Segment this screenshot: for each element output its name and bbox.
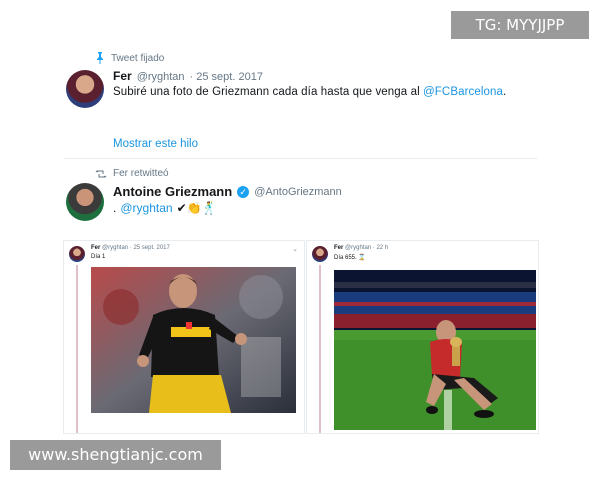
thread-line (319, 265, 321, 433)
verified-badge-icon: ✓ (237, 185, 250, 198)
tweet-text: Subiré una foto de Griezmann cada día ha… (113, 86, 506, 98)
tg-watermark: TG: MYYJJPP (451, 11, 589, 39)
retweet-context: Fer retwitteó (95, 168, 169, 179)
tweet-text: . @ryghtan ✔👏🕺 (113, 201, 217, 215)
avatar (69, 246, 85, 262)
site-watermark: www.shengtianjc.com (10, 440, 221, 470)
show-thread-link[interactable]: Mostrar este hilo (113, 138, 198, 150)
avatar[interactable] (66, 183, 104, 221)
quoted-tweet-text: Día 1 (91, 254, 106, 260)
griezmann-photo[interactable] (91, 267, 296, 413)
tweet-author-name[interactable]: Antoine Griezmann (113, 184, 232, 199)
quoted-date: · 25 sept. 2017 (129, 245, 170, 251)
tweet-text-end: . (503, 86, 507, 98)
retweet-icon (95, 169, 107, 178)
quoted-tweet-card[interactable]: Fer @ryghtan · 25 sept. 2017 Día 1 ⌄ (63, 240, 305, 434)
tweet-text-main: Subiré una foto de Griezmann cada día ha… (113, 86, 424, 98)
pin-icon (97, 52, 103, 64)
avatar (312, 246, 328, 262)
mention-link[interactable]: @ryghtan (120, 201, 172, 215)
tweet-header: Antoine Griezmann ✓ @AntoGriezmann (113, 184, 342, 199)
quoted-author-handle: @ryghtan (345, 245, 372, 251)
pinned-label: Tweet fijado (111, 52, 165, 64)
tweet-header: Fer @ryghtan · 25 sept. 2017 (113, 69, 263, 83)
retweet-label: Fer retwitteó (113, 168, 169, 179)
tweet-text-prefix: . (113, 201, 117, 215)
thread-line (76, 265, 78, 433)
quoted-author-name: Fer (91, 245, 101, 251)
quoted-tweet-header: Fer @ryghtan · 25 sept. 2017 (91, 245, 170, 251)
tweet-divider (64, 158, 537, 159)
emoji-text: ✔👏🕺 (176, 201, 217, 215)
mention-link[interactable]: @FCBarcelona (423, 86, 503, 98)
camp-nou-photo[interactable] (334, 270, 536, 430)
tweet-date[interactable]: · 25 sept. 2017 (190, 71, 263, 83)
quoted-tweet-text: Día 655. ⌛ (334, 255, 366, 261)
quoted-tweet-card[interactable]: Fer @ryghtan · 22 h Día 655. ⌛ (306, 240, 539, 434)
tweet-author-handle[interactable]: @ryghtan (137, 71, 185, 83)
quoted-author-name: Fer (334, 245, 344, 251)
pinned-tweet-context: Tweet fijado (95, 52, 164, 64)
tweet-author-handle[interactable]: @AntoGriezmann (254, 186, 342, 198)
quoted-tweet-header: Fer @ryghtan · 22 h (334, 245, 388, 251)
quoted-date: · 22 h (372, 245, 389, 251)
chevron-down-icon[interactable]: ⌄ (292, 245, 298, 253)
tweet-author-name[interactable]: Fer (113, 69, 132, 83)
avatar[interactable] (66, 70, 104, 108)
quoted-author-handle: @ryghtan (102, 245, 129, 251)
